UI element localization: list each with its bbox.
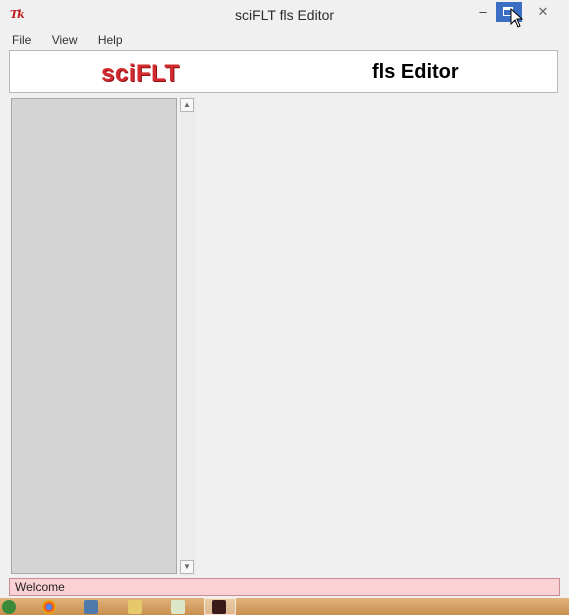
menu-help[interactable]: Help [95,31,126,49]
chrome-icon[interactable] [42,600,56,614]
menu-view[interactable]: View [49,31,81,49]
start-button-icon[interactable] [2,600,16,614]
tree-panel[interactable] [11,98,177,574]
notepad-icon[interactable] [171,600,185,614]
header-banner: sciFLT fls Editor [9,50,558,93]
title-bar: Tk sciFLT fls Editor – ✕ [0,0,569,31]
menu-file[interactable]: File [9,31,34,49]
editor-area [200,97,559,574]
mouse-cursor-icon [510,8,524,28]
scroll-down-button[interactable]: ▼ [180,560,194,574]
file-explorer-icon[interactable] [128,600,142,614]
taskbar [0,598,569,615]
taskbar-app-icon[interactable] [84,600,98,614]
minimize-button[interactable]: – [470,2,496,22]
page-title: fls Editor [372,61,459,83]
scroll-up-button[interactable]: ▲ [180,98,194,112]
tk-taskbar-icon[interactable] [212,600,226,614]
close-button[interactable]: ✕ [525,2,561,22]
status-bar: Welcome [9,578,560,596]
tree-scrollbar[interactable]: ▲ ▼ [180,97,196,576]
sciflt-logo: sciFLT [101,60,180,87]
menu-bar: File View Help [9,31,137,49]
